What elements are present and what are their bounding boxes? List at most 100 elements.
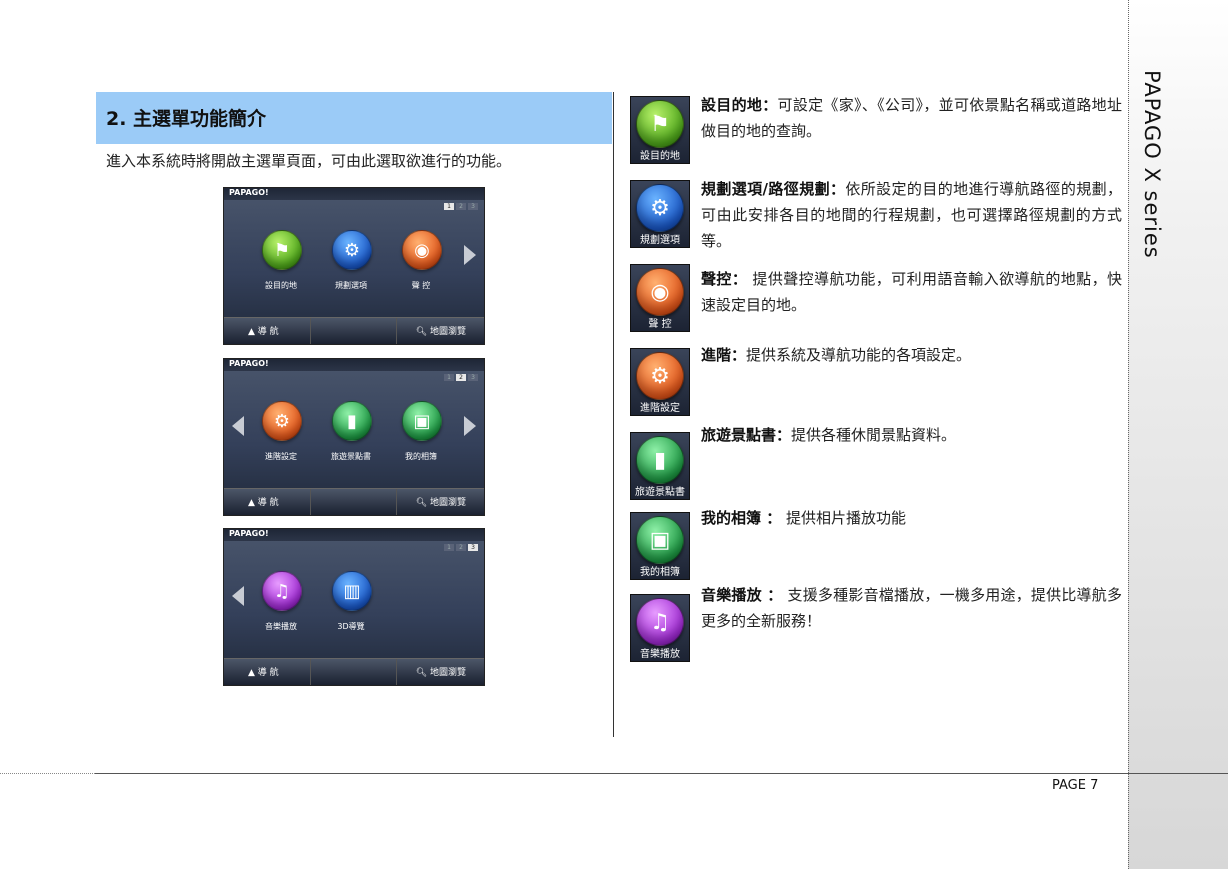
page-number: PAGE 7 bbox=[1052, 778, 1099, 793]
page-dot: 1 bbox=[444, 203, 454, 210]
feature-icon-caption: 音樂播放 bbox=[640, 649, 680, 660]
screen-bottom-bar: ▲ 導 航 🔍︎ 地圖瀏覽 bbox=[224, 658, 484, 685]
feature-desc-destination: 設目的地：可設定《家》、《公司》，並可依景點名稱或道路地址做目的地的查詢。 bbox=[701, 92, 1122, 144]
feature-desc-music-player: 音樂播放 ： 支援多種影音檔播放，一機多用途，提供比導航多更多的全新服務！ bbox=[701, 582, 1122, 634]
menu-item-label: 進階設定 bbox=[265, 452, 297, 461]
previous-arrow-icon bbox=[232, 586, 244, 606]
feature-term: 我的相簿 ： bbox=[701, 509, 782, 527]
feature-term: 設目的地： bbox=[701, 96, 778, 114]
menu-screenshot-page-1: PAPAGO! 1 2 3 ⚑ 設目的地 ⚙ 規劃選項 ◉ 聲 控 ▲ 導 航 … bbox=[223, 187, 485, 345]
photo-album-icon: ▣ bbox=[636, 516, 684, 564]
menu-icon-row: ⚑ 設目的地 ⚙ 規劃選項 ◉ 聲 控 bbox=[224, 230, 484, 290]
3d-building-icon: ▥ bbox=[332, 571, 372, 611]
navigate-label: ▲ 導 航 bbox=[248, 327, 279, 337]
brand-label: PAPAGO! bbox=[229, 188, 269, 197]
footer-rule bbox=[95, 773, 1228, 774]
menu-item-label: 規劃選項 bbox=[335, 281, 367, 290]
page-indicator: 1 2 3 bbox=[444, 544, 478, 551]
screen-bottom-bar: ▲ 導 航 🔍︎ 地圖瀏覽 bbox=[224, 488, 484, 515]
screen-title-bar: PAPAGO! bbox=[224, 188, 484, 200]
navigate-text: 導 航 bbox=[257, 668, 279, 678]
feature-desc-advanced: 進階：提供系統及導航功能的各項設定。 bbox=[701, 342, 1122, 368]
feature-icon-caption: 聲 控 bbox=[648, 319, 672, 330]
feature-icon-voice-control: ◉ 聲 控 bbox=[630, 264, 690, 332]
feature-term: 音樂播放 ： bbox=[701, 586, 783, 604]
feature-desc-travel-guide: 旅遊景點書：提供各種休閒景點資料。 bbox=[701, 422, 1122, 448]
menu-icon-row: ⚙ 進階設定 ▮ 旅遊景點書 ▣ 我的相簿 bbox=[224, 401, 484, 461]
page-dot: 1 bbox=[444, 374, 454, 381]
brand-label: PAPAGO! bbox=[229, 529, 269, 538]
book-icon: ▮ bbox=[636, 436, 684, 484]
bar-separator bbox=[396, 659, 397, 685]
navigate-text: 導 航 bbox=[257, 498, 279, 508]
gear-document-icon: ⚙ bbox=[636, 184, 684, 232]
gear-document-icon: ⚙ bbox=[332, 230, 372, 270]
music-note-icon: ♫ bbox=[636, 598, 684, 646]
bar-separator bbox=[396, 489, 397, 515]
feature-icon-route-planning: ⚙ 規劃選項 bbox=[630, 180, 690, 248]
feature-icon-destination: ⚑ 設目的地 bbox=[630, 96, 690, 164]
feature-description: 提供各種休閒景點資料。 bbox=[791, 426, 957, 444]
sidebar-title: PAPAGO X series bbox=[1140, 70, 1164, 259]
screen-bottom-bar: ▲ 導 航 🔍︎ 地圖瀏覽 bbox=[224, 317, 484, 344]
feature-desc-route-planning: 規劃選項/路徑規劃：依所設定的目的地進行導航路徑的規劃，可由此安排各目的地間的行… bbox=[701, 176, 1122, 254]
navigate-label: ▲ 導 航 bbox=[248, 498, 279, 508]
menu-item-label: 設目的地 bbox=[265, 281, 297, 290]
section-title: 2. 主選單功能簡介 bbox=[106, 108, 267, 130]
column-divider bbox=[613, 92, 614, 737]
feature-term: 規劃選項/路徑規劃： bbox=[701, 180, 846, 198]
footer-dotted-rule bbox=[0, 773, 95, 774]
feature-description: 提供相片播放功能 bbox=[781, 509, 907, 527]
page-dot: 3 bbox=[468, 374, 478, 381]
page-dot: 3 bbox=[468, 203, 478, 210]
feature-description: 提供聲控導航功能，可利用語音輸入欲導航的地點，快速設定目的地。 bbox=[701, 270, 1122, 314]
map-browse-text: 地圖瀏覽 bbox=[429, 498, 466, 508]
voice-control-icon: ◉ bbox=[636, 268, 684, 316]
feature-icon-advanced: ⚙ 進階設定 bbox=[630, 348, 690, 416]
brand-label: PAPAGO! bbox=[229, 359, 269, 368]
bar-separator bbox=[310, 659, 311, 685]
feature-icon-caption: 規劃選項 bbox=[640, 235, 680, 246]
page-dot: 2 bbox=[456, 544, 466, 551]
book-icon: ▮ bbox=[332, 401, 372, 441]
gear-icon: ⚙ bbox=[262, 401, 302, 441]
previous-arrow-icon bbox=[232, 416, 244, 436]
page-dot: 3 bbox=[468, 544, 478, 551]
next-arrow-icon bbox=[464, 416, 476, 436]
feature-term: 旅遊景點書： bbox=[701, 426, 792, 444]
menu-screenshot-page-2: PAPAGO! 1 2 3 ⚙ 進階設定 ▮ 旅遊景點書 ▣ 我的相簿 ▲ 導 … bbox=[223, 358, 485, 516]
music-note-icon: ♫ bbox=[262, 571, 302, 611]
menu-item-label: 3D導覽 bbox=[337, 622, 365, 631]
screen-title-bar: PAPAGO! bbox=[224, 529, 484, 541]
next-arrow-icon bbox=[464, 245, 476, 265]
map-browse-text: 地圖瀏覽 bbox=[429, 327, 466, 337]
menu-item-label: 音樂播放 bbox=[265, 622, 297, 631]
feature-term: 聲控： bbox=[701, 270, 748, 288]
page-dot: 2 bbox=[456, 203, 466, 210]
gear-icon: ⚙ bbox=[636, 352, 684, 400]
map-browse-text: 地圖瀏覽 bbox=[429, 668, 466, 678]
feature-term: 進階： bbox=[701, 346, 747, 364]
page-dot: 1 bbox=[444, 544, 454, 551]
feature-icon-music-player: ♫ 音樂播放 bbox=[630, 594, 690, 662]
feature-icon-caption: 進階設定 bbox=[640, 403, 680, 414]
menu-screenshot-page-3: PAPAGO! 1 2 3 ♫ 音樂播放 ▥ 3D導覽 ▲ 導 航 🔍︎ 地圖瀏… bbox=[223, 528, 485, 686]
bar-separator bbox=[396, 318, 397, 344]
photo-album-icon: ▣ bbox=[402, 401, 442, 441]
screen-title-bar: PAPAGO! bbox=[224, 359, 484, 371]
voice-control-icon: ◉ bbox=[402, 230, 442, 270]
page-dot: 2 bbox=[456, 374, 466, 381]
feature-icon-caption: 設目的地 bbox=[640, 151, 680, 162]
feature-description: 提供系統及導航功能的各項設定。 bbox=[746, 346, 972, 364]
feature-icon-photo-album: ▣ 我的相簿 bbox=[630, 512, 690, 580]
feature-desc-voice-control: 聲控： 提供聲控導航功能，可利用語音輸入欲導航的地點，快速設定目的地。 bbox=[701, 266, 1122, 318]
map-browse-label: 🔍︎ 地圖瀏覽 bbox=[415, 668, 466, 678]
feature-desc-photo-album: 我的相簿 ： 提供相片播放功能 bbox=[701, 505, 1122, 531]
page-indicator: 1 2 3 bbox=[444, 374, 478, 381]
checkered-flag-icon: ⚑ bbox=[636, 100, 684, 148]
section-intro: 進入本系統時將開啟主選單頁面，可由此選取欲進行的功能。 bbox=[106, 152, 512, 170]
checkered-flag-icon: ⚑ bbox=[262, 230, 302, 270]
map-browse-label: 🔍︎ 地圖瀏覽 bbox=[415, 498, 466, 508]
feature-icon-travel-guide: ▮ 旅遊景點書 bbox=[630, 432, 690, 500]
menu-icon-row: ♫ 音樂播放 ▥ 3D導覽 bbox=[224, 571, 484, 631]
